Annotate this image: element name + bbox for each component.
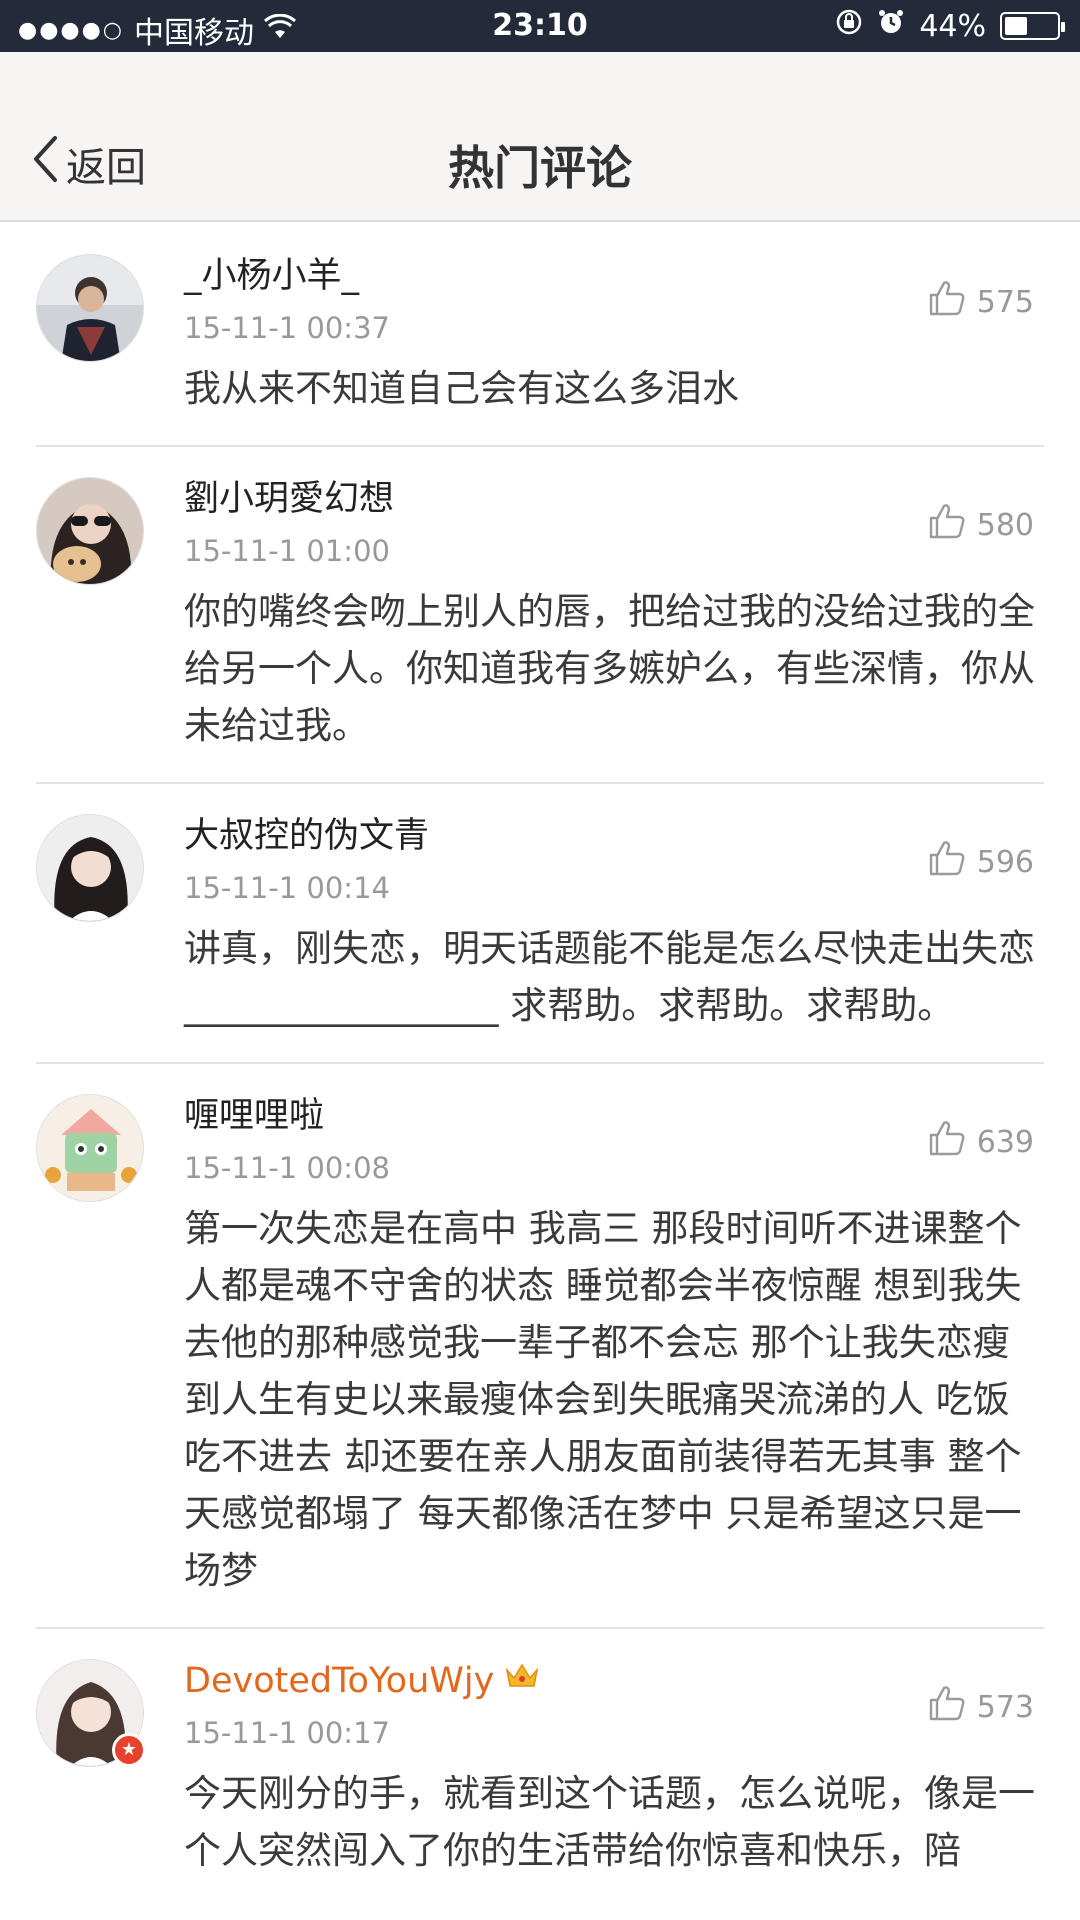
like-button[interactable]: 639 xyxy=(927,1118,1034,1166)
alarm-icon xyxy=(877,8,905,44)
like-button[interactable]: 580 xyxy=(927,501,1034,549)
avatar[interactable] xyxy=(36,814,144,922)
page-title: 热门评论 xyxy=(448,141,632,195)
avatar[interactable] xyxy=(36,254,144,362)
comment-time: 15-11-1 01:00 xyxy=(184,534,390,568)
rotation-lock-icon xyxy=(835,8,863,44)
comment-item: _小杨小羊_ 15-11-1 00:37 我从来不知道自己会有这么多泪水 575 xyxy=(36,224,1044,447)
comment-item: 大叔控的伪文青 15-11-1 00:14 讲真，刚失恋，明天话题能不能是怎么尽… xyxy=(36,784,1044,1064)
battery-icon xyxy=(1000,12,1065,40)
like-count: 596 xyxy=(976,844,1034,880)
avatar[interactable] xyxy=(36,1094,144,1202)
verified-badge-icon: ★ xyxy=(112,1733,146,1767)
username[interactable]: 大叔控的伪文青 xyxy=(184,814,1044,858)
like-count: 580 xyxy=(976,507,1034,543)
thumbs-up-icon xyxy=(927,838,967,886)
thumbs-up-icon xyxy=(927,1118,967,1166)
battery-percent: 44% xyxy=(919,8,986,44)
comment-text: 我从来不知道自己会有这么多泪水 xyxy=(184,367,739,410)
avatar[interactable] xyxy=(36,477,144,585)
like-count: 575 xyxy=(976,284,1034,320)
like-button[interactable]: 596 xyxy=(927,838,1034,886)
thumbs-up-icon xyxy=(927,1683,967,1731)
comment-time: 15-11-1 00:37 xyxy=(184,311,390,345)
like-button[interactable]: 575 xyxy=(927,278,1034,326)
comment-text: 今天刚分的手，就看到这个话题，怎么说呢，像是一个人突然闯入了你的生活带给你惊喜和… xyxy=(184,1772,1035,1872)
username[interactable]: 劉小玥愛幻想 xyxy=(184,477,1044,521)
comment-item: 劉小玥愛幻想 15-11-1 01:00 你的嘴终会吻上别人的唇，把给过我的没给… xyxy=(36,447,1044,784)
comment-list: _小杨小羊_ 15-11-1 00:37 我从来不知道自己会有这么多泪水 575… xyxy=(0,224,1080,1907)
username[interactable]: 喱哩哩啦 xyxy=(184,1094,1044,1138)
username[interactable]: DevotedToYouWjy xyxy=(184,1659,1044,1703)
comment-text: 讲真，刚失恋，明天话题能不能是怎么尽快走出失恋_________________… xyxy=(184,927,1035,1027)
status-right: 44% xyxy=(835,8,1065,44)
comment-text: 你的嘴终会吻上别人的唇，把给过我的没给过我的全给另一个人。你知道我有多嫉妒么，有… xyxy=(184,590,1035,747)
thumbs-up-icon xyxy=(927,501,967,549)
like-count: 639 xyxy=(976,1124,1034,1160)
crown-icon xyxy=(504,1659,540,1703)
like-count: 573 xyxy=(976,1689,1034,1725)
comment-item: 喱哩哩啦 15-11-1 00:08 第一次失恋是在高中 我高三 那段时间听不进… xyxy=(36,1064,1044,1629)
comment-time: 15-11-1 00:14 xyxy=(184,871,390,905)
status-bar: ●●●●○ 中国移动 23:10 44% xyxy=(0,0,1080,52)
comment-time: 15-11-1 00:08 xyxy=(184,1151,390,1185)
comment-time: 15-11-1 00:17 xyxy=(184,1716,390,1750)
username-text: DevotedToYouWjy xyxy=(184,1661,495,1701)
battery-level xyxy=(1005,17,1027,35)
comment-text: 第一次失恋是在高中 我高三 那段时间听不进课整个人都是魂不守舍的状态 睡觉都会半… xyxy=(184,1207,1022,1592)
username[interactable]: _小杨小羊_ xyxy=(184,254,1044,298)
like-button[interactable]: 573 xyxy=(927,1683,1034,1731)
comment-item: ★ DevotedToYouWjy 15-11-1 00:17 今天刚分的手，就… xyxy=(36,1629,1044,1907)
nav-bar: 返回 热门评论 xyxy=(0,52,1080,222)
thumbs-up-icon xyxy=(927,278,967,326)
